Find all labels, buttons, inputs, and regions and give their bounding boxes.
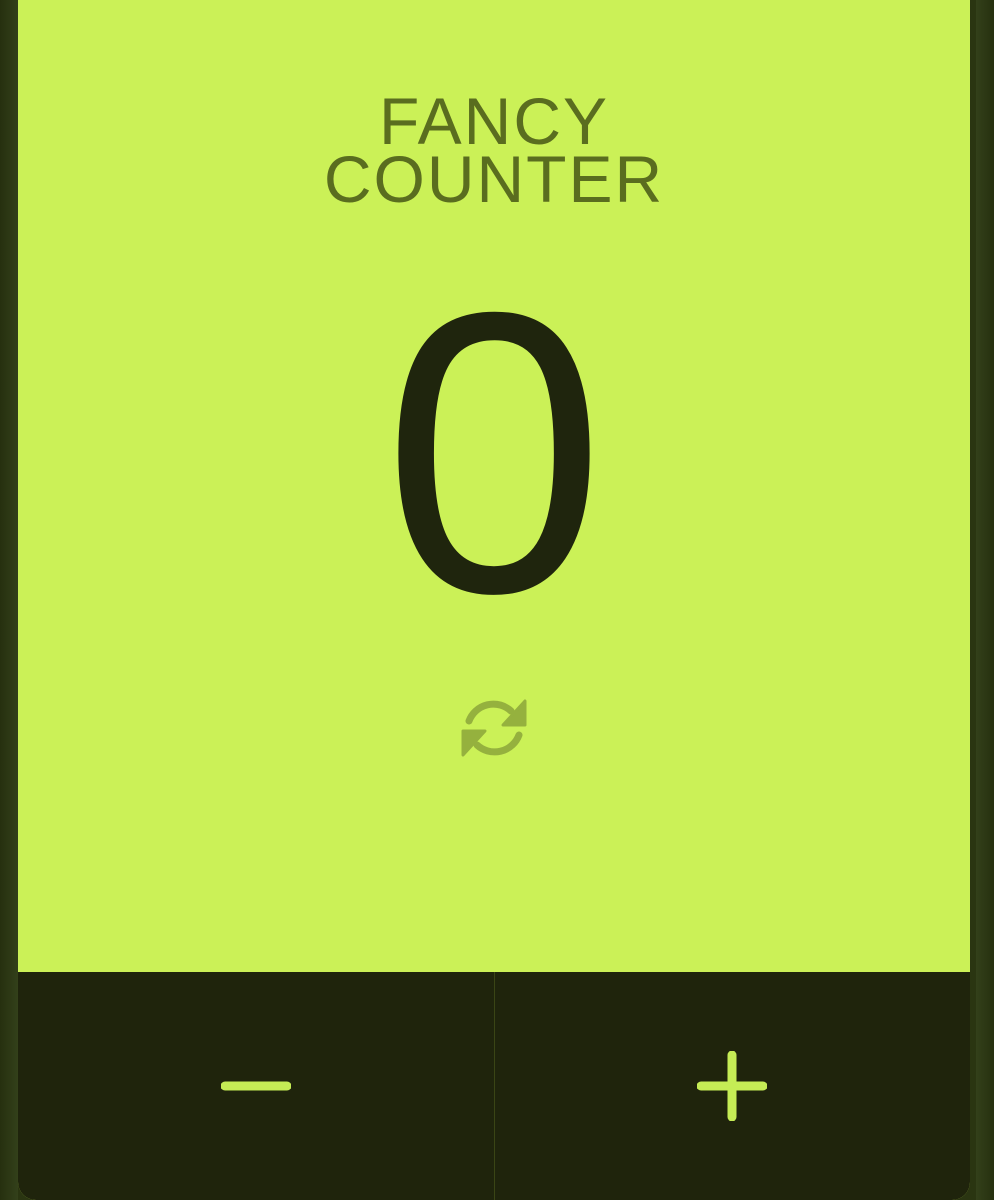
counter-card: FANCY COUNTER 0 <box>18 0 970 1200</box>
app-title-line2: COUNTER <box>323 142 665 216</box>
counter-value: 0 <box>382 229 606 676</box>
reset-button[interactable] <box>458 692 530 764</box>
increment-button[interactable] <box>495 972 971 1200</box>
refresh-icon <box>461 699 527 757</box>
plus-icon <box>697 1051 768 1121</box>
app-title: FANCY COUNTER <box>18 88 970 216</box>
controls-bar <box>18 972 970 1200</box>
decrement-button[interactable] <box>18 972 494 1200</box>
right-edge <box>976 0 994 1200</box>
left-edge <box>0 0 18 1200</box>
minus-icon <box>220 1081 291 1091</box>
